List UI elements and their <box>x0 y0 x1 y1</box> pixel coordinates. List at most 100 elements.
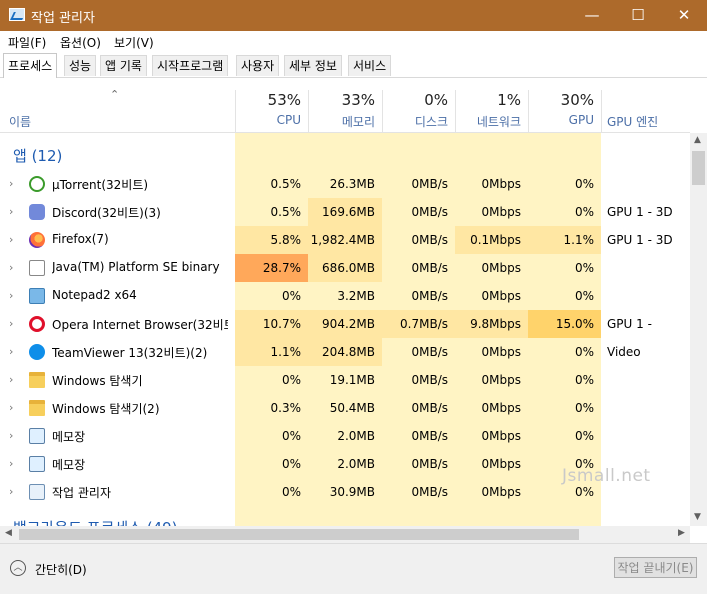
network-value: 0.1Mbps <box>455 226 528 254</box>
disk-value: 0MB/s <box>411 205 448 219</box>
vertical-scrollbar[interactable]: ▲ ▼ <box>690 133 707 526</box>
folder-icon <box>29 400 45 416</box>
expand-chevron-icon[interactable]: › <box>9 233 13 246</box>
gpu-engine-value <box>601 282 690 310</box>
process-name: Windows 탐색기(2) <box>52 402 160 416</box>
column-disk[interactable]: 0% 디스크 <box>382 90 455 132</box>
gpu-engine-value <box>601 366 690 394</box>
expand-chevron-icon[interactable]: › <box>9 457 13 470</box>
expand-chevron-icon[interactable]: › <box>9 401 13 414</box>
memory-label: 메모리 <box>341 115 375 129</box>
process-name: TeamViewer 13(32비트)(2) <box>52 346 208 360</box>
disk-value: 0.7MB/s <box>382 310 455 338</box>
tab-startup[interactable]: 시작프로그램 <box>152 55 229 76</box>
process-name: Windows 탐색기 <box>52 374 143 388</box>
expand-chevron-icon[interactable]: › <box>9 373 13 386</box>
expand-chevron-icon[interactable]: › <box>9 345 13 358</box>
utorrent-icon <box>29 176 45 192</box>
tab-users[interactable]: 사용자 <box>236 55 280 76</box>
network-value: 0Mbps <box>481 177 521 191</box>
menu-file[interactable]: 파일(F) <box>8 34 46 51</box>
tab-app-history[interactable]: 앱 기록 <box>100 55 147 76</box>
chevron-up-circle-icon[interactable]: ︿ <box>10 560 26 576</box>
scroll-right-icon[interactable]: ▶ <box>678 528 685 538</box>
network-value: 0Mbps <box>481 289 521 303</box>
column-memory[interactable]: 33% 메모리 <box>308 90 382 132</box>
expand-chevron-icon[interactable]: › <box>9 261 13 274</box>
cpu-value: 0% <box>281 429 301 443</box>
column-gpu[interactable]: 30% GPU <box>528 90 601 132</box>
process-name: 메모장 <box>52 458 86 472</box>
column-name[interactable]: 이름 <box>9 113 31 130</box>
network-value: 0Mbps <box>481 401 521 415</box>
process-row[interactable]: › 메모장 0% 2.0MB 0MB/s 0Mbps 0% <box>0 422 690 450</box>
expand-chevron-icon[interactable]: › <box>9 177 13 190</box>
cpu-value: 0.3% <box>270 401 302 415</box>
column-cpu[interactable]: 53% CPU <box>235 90 308 132</box>
horizontal-scroll-thumb[interactable] <box>19 529 579 540</box>
fewer-details-link[interactable]: 간단히(D) <box>35 561 87 578</box>
network-value: 0Mbps <box>481 261 521 275</box>
notepad-icon <box>29 456 45 472</box>
column-network[interactable]: 1% 네트워크 <box>455 90 528 132</box>
gpu-engine-value: GPU 1 - Video <box>607 317 652 359</box>
expand-chevron-icon[interactable]: › <box>9 485 13 498</box>
memory-value: 904.2MB <box>308 310 382 338</box>
process-row[interactable]: › Java(TM) Platform SE binary 28.7% 686.0MB… <box>0 254 690 282</box>
cpu-value: 5.8% <box>235 226 308 254</box>
memory-value: 19.1MB <box>329 373 375 387</box>
horizontal-scrollbar[interactable]: ◀ ▶ <box>0 526 690 543</box>
process-row[interactable]: › Firefox(7) 5.8% 1,982.4MB 0MB/s 0.1Mbps 1.1%… <box>0 226 690 254</box>
notepad2-icon <box>29 288 45 304</box>
cpu-value: 0.5% <box>270 205 302 219</box>
scroll-up-icon[interactable]: ▲ <box>694 135 701 145</box>
memory-value: 50.4MB <box>329 401 375 415</box>
gpu-value: 0% <box>574 373 594 387</box>
process-row[interactable]: › Discord(32비트)(3) 0.5% 169.6MB 0MB/s 0Mbps 0%… <box>0 198 690 226</box>
section-apps[interactable]: 앱 (12) <box>13 145 62 166</box>
disk-value: 0MB/s <box>411 457 448 471</box>
disk-value: 0MB/s <box>411 177 448 191</box>
tab-details[interactable]: 세부 정보 <box>284 55 342 76</box>
disk-value: 0MB/s <box>411 373 448 387</box>
close-button[interactable]: ✕ <box>661 0 707 31</box>
section-background[interactable]: 백그라운드 프로세스 (49) <box>13 517 178 526</box>
vertical-scroll-thumb[interactable] <box>692 151 705 185</box>
process-row[interactable]: › Notepad2 x64 0% 3.2MB 0MB/s 0Mbps 0% <box>0 282 690 310</box>
tab-performance[interactable]: 성능 <box>64 55 97 76</box>
process-row[interactable]: › µTorrent(32비트) 0.5% 26.3MB 0MB/s 0Mbps 0% <box>0 170 690 198</box>
minimize-button[interactable]: — <box>569 0 615 31</box>
gpu-value: 15.0% <box>528 310 601 338</box>
process-row[interactable]: › Windows 탐색기 0% 19.1MB 0MB/s 0Mbps 0% <box>0 366 690 394</box>
end-task-button[interactable]: 작업 끝내기(E) <box>614 557 697 578</box>
expand-chevron-icon[interactable]: › <box>9 205 13 218</box>
watermark: Jsmall.net <box>562 466 651 486</box>
memory-value: 204.8MB <box>308 338 382 366</box>
disk-value: 0MB/s <box>411 345 448 359</box>
network-value: 0Mbps <box>481 345 521 359</box>
opera-icon <box>29 316 45 332</box>
expand-chevron-icon[interactable]: › <box>9 429 13 442</box>
gpu-value: 1.1% <box>528 226 601 254</box>
scroll-left-icon[interactable]: ◀ <box>5 528 12 538</box>
scroll-down-icon[interactable]: ▼ <box>694 512 701 522</box>
process-name: µTorrent(32비트) <box>52 178 149 192</box>
tab-processes[interactable]: 프로세스 <box>3 53 58 78</box>
tab-services[interactable]: 서비스 <box>348 55 392 76</box>
process-name: Java(TM) Platform SE binary <box>52 260 220 274</box>
process-name: Opera Internet Browser(32비트... <box>52 318 228 332</box>
gpu-engine-value <box>601 254 690 282</box>
gpu-value: 0% <box>574 177 594 191</box>
gpu-engine-value <box>601 338 690 366</box>
process-row[interactable]: › Opera Internet Browser(32비트... 10.7% 904.… <box>0 310 690 359</box>
task-manager-icon <box>9 8 25 21</box>
process-row[interactable]: › Windows 탐색기(2) 0.3% 50.4MB 0MB/s 0Mbps 0% <box>0 394 690 422</box>
cpu-value: 0.5% <box>270 177 302 191</box>
process-row[interactable]: › TeamViewer 13(32비트)(2) 1.1% 204.8MB 0MB/s 0… <box>0 338 690 366</box>
expand-chevron-icon[interactable]: › <box>9 317 13 330</box>
expand-chevron-icon[interactable]: › <box>9 289 13 302</box>
menu-view[interactable]: 보기(V) <box>114 34 154 51</box>
menu-options[interactable]: 옵션(O) <box>60 34 101 51</box>
maximize-button[interactable]: ☐ <box>615 0 661 31</box>
gpu-value: 0% <box>574 205 594 219</box>
